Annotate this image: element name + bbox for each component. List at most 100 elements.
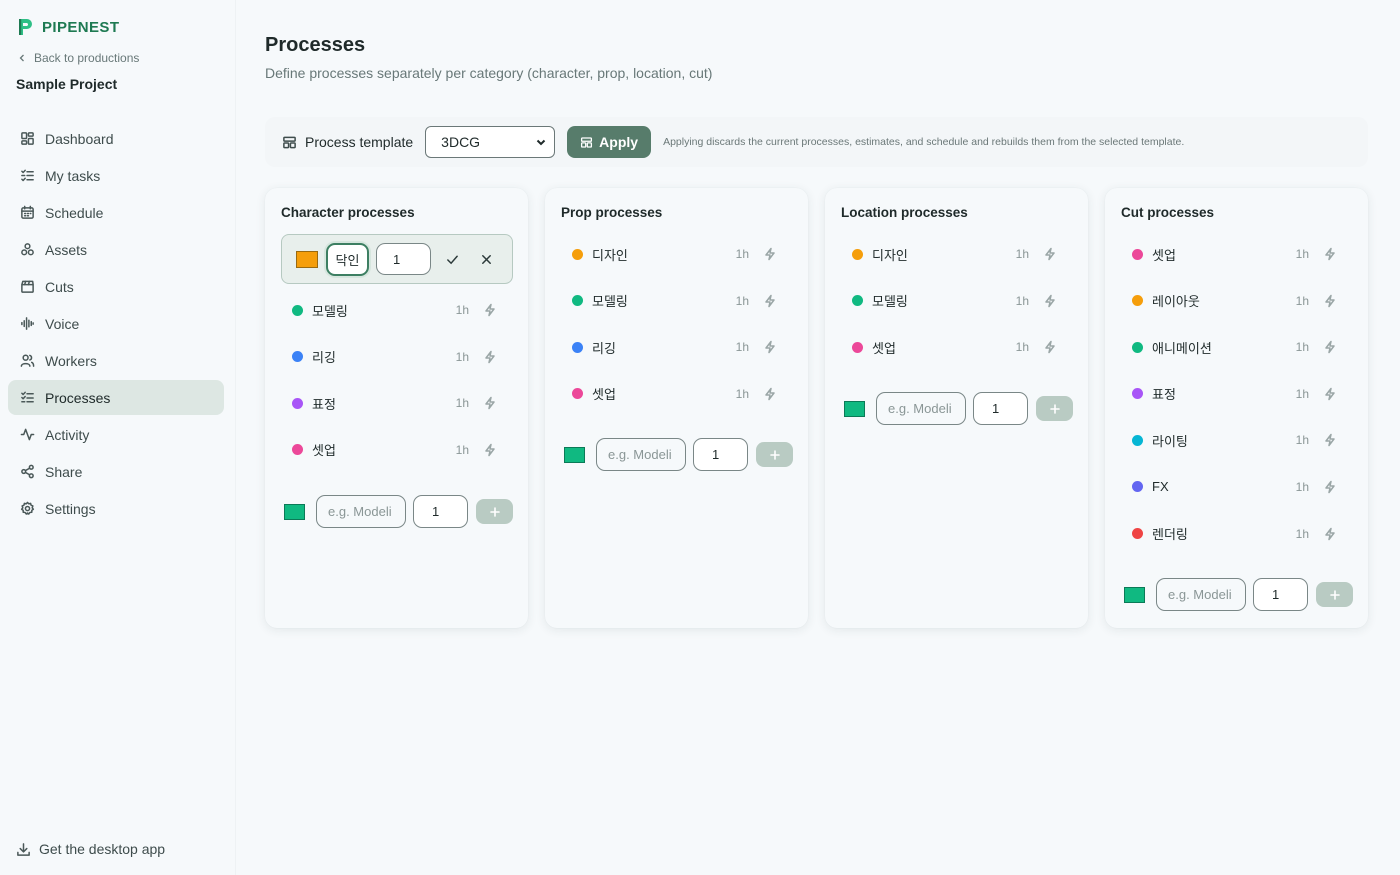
new-process-hours-input[interactable]: 1 xyxy=(1253,578,1308,611)
logo[interactable]: PIPENEST xyxy=(16,17,119,37)
process-color-dot xyxy=(1132,248,1143,260)
add-process-button[interactable] xyxy=(1036,396,1073,421)
process-hours: 1h xyxy=(1295,247,1309,261)
add-process-button[interactable] xyxy=(476,499,513,524)
process-row[interactable]: FX 1h xyxy=(1121,467,1353,507)
bolt-icon[interactable] xyxy=(1323,340,1337,354)
back-link-label: Back to productions xyxy=(34,51,140,65)
process-row[interactable]: 모델링 1h xyxy=(841,281,1073,321)
character-processes-card: Character processes 닥인 1 모델링 1h 리깅 1h 표정… xyxy=(265,188,528,628)
sidebar-item-share[interactable]: Share xyxy=(8,454,224,489)
bolt-icon[interactable] xyxy=(763,340,777,354)
bolt-icon[interactable] xyxy=(1043,340,1057,354)
process-row[interactable]: 리깅 1h xyxy=(561,327,793,367)
process-edit-row: 닥인 1 xyxy=(281,234,513,284)
process-name: 모델링 xyxy=(312,303,348,319)
bolt-icon[interactable] xyxy=(483,443,497,457)
chevron-left-icon xyxy=(19,54,24,62)
checklist-icon xyxy=(19,168,35,184)
add-process-button[interactable] xyxy=(756,442,793,467)
bolt-icon[interactable] xyxy=(1323,294,1337,308)
process-row[interactable]: 애니메이션 1h xyxy=(1121,327,1353,367)
get-desktop-app-link[interactable]: Get the desktop app xyxy=(16,841,165,857)
process-row[interactable]: 표정 1h xyxy=(1121,374,1353,414)
process-row[interactable]: 셋업 1h xyxy=(281,430,513,470)
sidebar-item-assets[interactable]: Assets xyxy=(8,232,224,267)
cancel-edit-button[interactable] xyxy=(478,251,494,267)
sidebar-item-dashboard[interactable]: Dashboard xyxy=(8,121,224,156)
sidebar-item-workers[interactable]: Workers xyxy=(8,343,224,378)
color-picker-swatch[interactable] xyxy=(284,503,305,520)
process-color-dot xyxy=(292,351,303,363)
color-picker-swatch[interactable] xyxy=(1124,586,1145,603)
prop-processes-card: Prop processes 디자인 1h 모델링 1h 리깅 1h 셋업 1h xyxy=(545,188,808,628)
sidebar-item-processes[interactable]: Processes xyxy=(8,380,224,415)
process-row[interactable]: 렌더링 1h xyxy=(1121,514,1353,554)
bolt-icon[interactable] xyxy=(1323,433,1337,447)
bolt-icon[interactable] xyxy=(1323,527,1337,541)
process-name: 리깅 xyxy=(592,340,616,356)
process-hours-input[interactable]: 1 xyxy=(376,243,431,275)
new-process-hours-input[interactable]: 1 xyxy=(413,495,468,528)
color-picker-swatch[interactable] xyxy=(844,400,865,417)
process-row[interactable]: 라이팅 1h xyxy=(1121,420,1353,460)
plus-icon xyxy=(769,449,780,460)
bolt-icon[interactable] xyxy=(1323,387,1337,401)
calendar-icon xyxy=(19,205,35,221)
new-process-hours-input[interactable]: 1 xyxy=(693,438,748,471)
new-process-name-input[interactable]: e.g. Modeli xyxy=(596,438,686,471)
bolt-icon[interactable] xyxy=(763,294,777,308)
color-picker-swatch[interactable] xyxy=(564,446,585,463)
sidebar-item-settings[interactable]: Settings xyxy=(8,491,224,526)
process-name: 모델링 xyxy=(872,294,908,310)
process-row[interactable]: 디자인 1h xyxy=(841,234,1073,274)
bolt-icon[interactable] xyxy=(1323,247,1337,261)
bolt-icon[interactable] xyxy=(1043,294,1057,308)
add-process-row: e.g. Modeli 1 xyxy=(564,438,793,471)
new-process-hours-input[interactable]: 1 xyxy=(973,392,1028,425)
new-process-name-input[interactable]: e.g. Modeli xyxy=(316,495,406,528)
gear-icon xyxy=(19,501,35,517)
process-row[interactable]: 셋업 1h xyxy=(841,327,1073,367)
sidebar-item-activity[interactable]: Activity xyxy=(8,417,224,452)
process-row[interactable]: 디자인 1h xyxy=(561,234,793,274)
bolt-icon[interactable] xyxy=(483,350,497,364)
process-name: 모델링 xyxy=(592,294,628,310)
process-row[interactable]: 셋업 1h xyxy=(561,374,793,414)
process-row[interactable]: 모델링 1h xyxy=(561,281,793,321)
bolt-icon[interactable] xyxy=(483,303,497,317)
add-process-row: e.g. Modeli 1 xyxy=(844,392,1073,425)
close-icon xyxy=(481,254,491,264)
process-hours: 1h xyxy=(1295,433,1309,448)
bolt-icon[interactable] xyxy=(763,387,777,401)
back-to-productions-link[interactable]: Back to productions xyxy=(18,51,139,65)
process-row[interactable]: 모델링 1h xyxy=(281,290,513,330)
bolt-icon[interactable] xyxy=(483,396,497,410)
process-name: 셋업 xyxy=(872,340,896,356)
sidebar-item-voice[interactable]: Voice xyxy=(8,306,224,341)
new-process-name-input[interactable]: e.g. Modeli xyxy=(1156,578,1246,611)
bolt-icon[interactable] xyxy=(763,247,777,261)
process-row[interactable]: 레이아웃 1h xyxy=(1121,281,1353,321)
process-row[interactable]: 셋업 1h xyxy=(1121,234,1353,274)
apply-button[interactable]: Apply xyxy=(567,126,652,158)
sidebar-item-my-tasks[interactable]: My tasks xyxy=(8,158,224,193)
bolt-icon[interactable] xyxy=(1043,247,1057,261)
new-process-name-input[interactable]: e.g. Modeli xyxy=(876,392,966,425)
process-row[interactable]: 리깅 1h xyxy=(281,337,513,377)
confirm-edit-button[interactable] xyxy=(444,251,460,267)
template-select[interactable]: 3DCG xyxy=(425,126,556,158)
process-row[interactable]: 표정 1h xyxy=(281,383,513,423)
process-name-input[interactable]: 닥인 xyxy=(326,242,369,276)
process-hours: 1h xyxy=(1015,247,1029,261)
sidebar-item-label: Dashboard xyxy=(45,130,114,147)
location-processes-card: Location processes 디자인 1h 모델링 1h 셋업 1h e… xyxy=(825,188,1088,628)
template-warning-note: Applying discards the current processes,… xyxy=(663,136,1185,148)
add-process-button[interactable] xyxy=(1316,582,1353,607)
list-checks-icon xyxy=(19,390,35,406)
process-name: 표정 xyxy=(1152,387,1176,403)
color-picker-swatch[interactable] xyxy=(296,250,318,268)
bolt-icon[interactable] xyxy=(1323,480,1337,494)
sidebar-item-cuts[interactable]: Cuts xyxy=(8,269,224,304)
sidebar-item-schedule[interactable]: Schedule xyxy=(8,195,224,230)
